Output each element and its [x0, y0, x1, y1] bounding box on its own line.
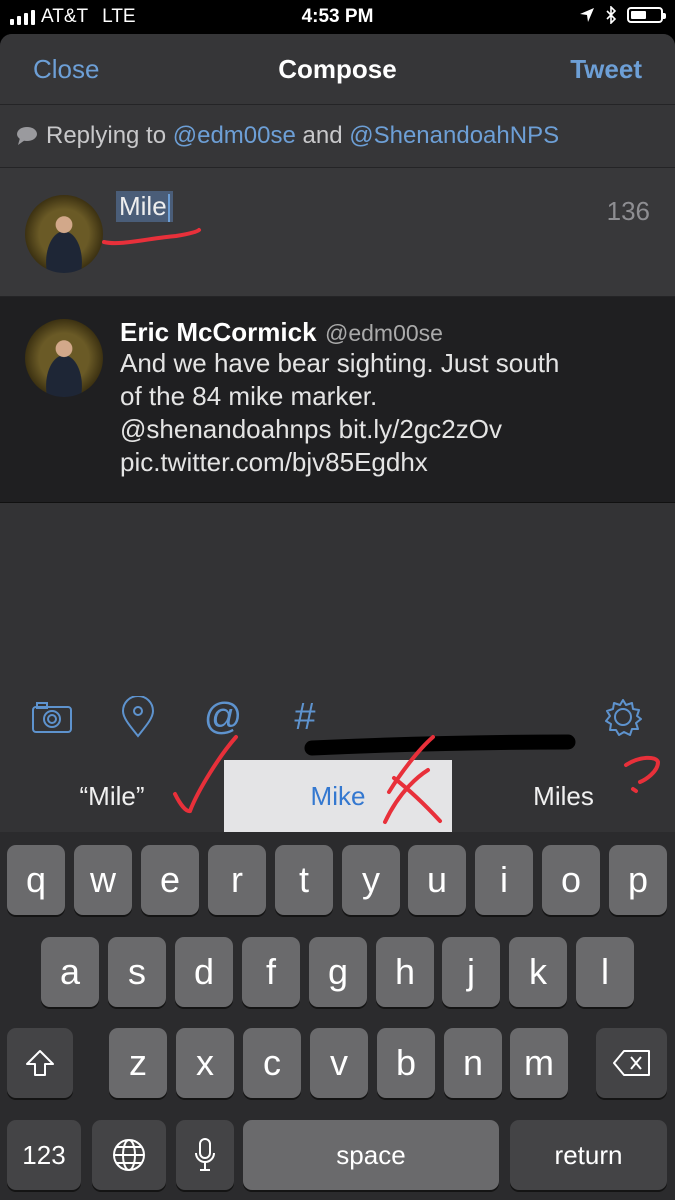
- quoted-tweet[interactable]: Eric McCormick @edm00se And we have bear…: [0, 297, 675, 503]
- key-z[interactable]: z: [109, 1028, 167, 1098]
- key-n[interactable]: n: [444, 1028, 502, 1098]
- key-x[interactable]: x: [176, 1028, 234, 1098]
- key-w[interactable]: w: [74, 845, 132, 915]
- keyboard: 123 space return qwertyuiop asdfghjkl zxcv…: [0, 832, 675, 1200]
- key-e[interactable]: e: [141, 845, 199, 915]
- suggestion-item[interactable]: “Mile”: [0, 760, 224, 832]
- reply-conjunction: and: [302, 122, 343, 149]
- tweet-text: And we have bear sighting. Just south of…: [120, 347, 650, 479]
- shift-arrow-icon: [26, 1050, 54, 1076]
- globe-key[interactable]: [92, 1120, 166, 1190]
- speech-bubble-icon: [17, 127, 37, 145]
- key-j[interactable]: j: [442, 937, 500, 1007]
- key-g[interactable]: g: [309, 937, 367, 1007]
- key-l[interactable]: l: [576, 937, 634, 1007]
- key-m[interactable]: m: [510, 1028, 568, 1098]
- at-sign-icon[interactable]: @: [198, 692, 248, 742]
- at-symbol: @: [203, 695, 243, 738]
- bluetooth-icon: [606, 6, 617, 24]
- key-r[interactable]: r: [208, 845, 266, 915]
- key-q[interactable]: q: [7, 845, 65, 915]
- avatar: [25, 195, 103, 273]
- tweet-line: And we have bear sighting. Just south: [120, 348, 560, 378]
- tweet-line: @shenandoahnps bit.ly/2gc2zOv: [120, 414, 502, 444]
- text-cursor: [167, 194, 170, 223]
- key-s[interactable]: s: [108, 937, 166, 1007]
- reply-user-1[interactable]: @edm00se: [173, 122, 296, 150]
- tweet-button[interactable]: Tweet: [570, 54, 642, 85]
- character-count: 136: [606, 196, 650, 226]
- backspace-key[interactable]: [596, 1028, 667, 1098]
- replying-to-bar[interactable]: Replying to @edm00se and @ShenandoahNPS: [0, 105, 675, 168]
- key-b[interactable]: b: [377, 1028, 435, 1098]
- key-t[interactable]: t: [275, 845, 333, 915]
- tweet-line: pic.twitter.com/bjv85Egdhx: [120, 447, 428, 477]
- key-o[interactable]: o: [542, 845, 600, 915]
- key-u[interactable]: u: [408, 845, 466, 915]
- compose-area[interactable]: Mile 136: [0, 168, 675, 297]
- key-d[interactable]: d: [175, 937, 233, 1007]
- tweet-author-handle: @edm00se: [324, 320, 443, 346]
- compose-navbar: Close Compose Tweet: [0, 34, 675, 105]
- key-v[interactable]: v: [310, 1028, 368, 1098]
- tweet-line: of the 84 mike marker.: [120, 381, 378, 411]
- hashtag-icon[interactable]: #: [280, 692, 330, 742]
- compose-input[interactable]: Mile: [116, 191, 173, 223]
- camera-icon[interactable]: [27, 692, 77, 742]
- backspace-icon: [612, 1050, 650, 1076]
- shift-key[interactable]: [7, 1028, 73, 1098]
- numbers-key[interactable]: 123: [7, 1120, 81, 1190]
- reply-user-2[interactable]: @ShenandoahNPS: [349, 122, 559, 150]
- status-time: 4:53 PM: [301, 6, 374, 27]
- quicktype-bar: “Mile” Mike Miles: [0, 760, 675, 832]
- suggestion-item[interactable]: Miles: [452, 760, 675, 832]
- key-f[interactable]: f: [242, 937, 300, 1007]
- tweet-author-name: Eric McCormick: [120, 317, 317, 347]
- compose-input-text: Mile: [119, 191, 167, 221]
- gear-icon[interactable]: [598, 692, 648, 742]
- compose-toolbar: @ #: [0, 690, 675, 754]
- avatar: [25, 319, 103, 397]
- hash-symbol: #: [294, 695, 316, 738]
- key-y[interactable]: y: [342, 845, 400, 915]
- location-arrow-icon: [580, 8, 594, 22]
- suggestion-item[interactable]: Mike: [224, 760, 452, 832]
- microphone-key[interactable]: [176, 1120, 234, 1190]
- status-icons: [579, 6, 666, 24]
- battery-icon: [627, 7, 666, 23]
- key-h[interactable]: h: [376, 937, 434, 1007]
- close-button[interactable]: Close: [33, 54, 99, 85]
- location-pin-icon[interactable]: [113, 692, 163, 742]
- return-key[interactable]: return: [510, 1120, 667, 1190]
- key-p[interactable]: p: [609, 845, 667, 915]
- key-c[interactable]: c: [243, 1028, 301, 1098]
- key-a[interactable]: a: [41, 937, 99, 1007]
- status-bar: AT&T LTE 4:53 PM: [0, 0, 675, 34]
- key-i[interactable]: i: [475, 845, 533, 915]
- replying-to-label: Replying to: [46, 122, 167, 149]
- quoted-tweet-header: Eric McCormick @edm00se: [120, 317, 443, 348]
- microphone-icon: [195, 1138, 215, 1171]
- globe-icon: [113, 1139, 145, 1171]
- key-k[interactable]: k: [509, 937, 567, 1007]
- space-key[interactable]: space: [243, 1120, 499, 1190]
